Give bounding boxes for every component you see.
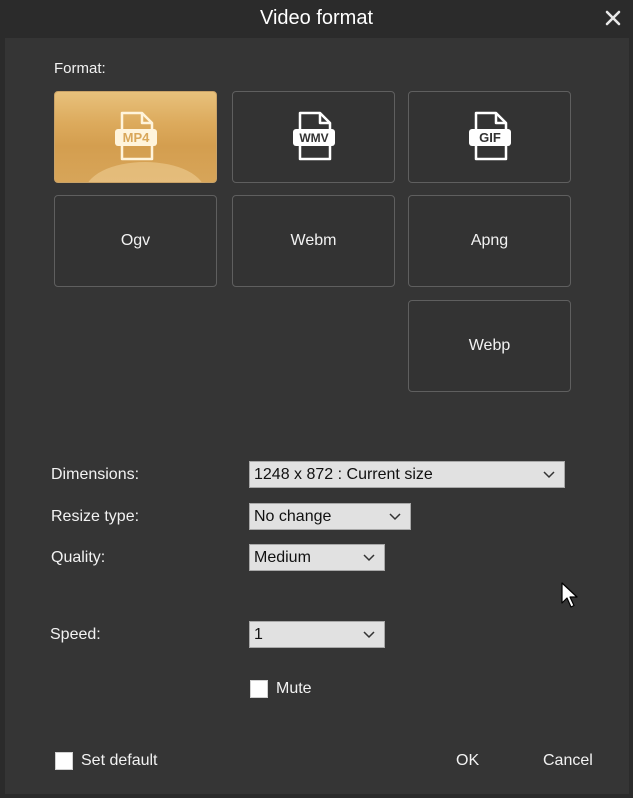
format-option-mp4[interactable]: MP4 — [54, 91, 217, 183]
cancel-button[interactable]: Cancel — [543, 752, 593, 770]
format-option-ogv[interactable]: Ogv — [54, 195, 217, 287]
mp4-file-icon: MP4 — [114, 111, 157, 161]
format-label: Format: — [54, 60, 106, 77]
dialog-title: Video format — [259, 7, 374, 29]
chevron-down-icon — [543, 471, 555, 479]
quality-label: Quality: — [51, 549, 106, 566]
mouse-pointer-icon — [561, 582, 578, 608]
title-bar: Video format — [0, 0, 633, 38]
gif-file-icon: GIF — [468, 111, 511, 161]
svg-text:WMV: WMV — [299, 131, 328, 145]
svg-text:GIF: GIF — [479, 130, 501, 145]
chevron-down-icon — [363, 631, 375, 639]
speed-value: 1 — [254, 626, 263, 643]
mute-label: Mute — [276, 680, 312, 697]
svg-text:MP4: MP4 — [122, 130, 150, 145]
mute-checkbox[interactable] — [250, 680, 268, 698]
quality-select[interactable]: Medium — [249, 544, 385, 571]
format-option-label: Ogv — [120, 232, 151, 249]
chevron-down-icon — [363, 554, 375, 562]
wmv-file-icon: WMV — [292, 111, 335, 161]
video-format-dialog: Video format Format: MP4 WMV GIF Ogv Web… — [0, 0, 633, 798]
format-option-label: Webm — [290, 232, 337, 249]
format-option-gif[interactable]: GIF — [408, 91, 571, 183]
format-option-webm[interactable]: Webm — [232, 195, 395, 287]
ok-button[interactable]: OK — [456, 752, 479, 770]
set-default-label: Set default — [81, 752, 158, 769]
resize-type-value: No change — [254, 508, 332, 525]
chevron-down-icon — [389, 513, 401, 521]
speed-label: Speed: — [50, 626, 101, 643]
resize-type-select[interactable]: No change — [249, 503, 411, 530]
format-option-apng[interactable]: Apng — [408, 195, 571, 287]
dimensions-select[interactable]: 1248 x 872 : Current size — [249, 461, 565, 488]
format-option-label: Webp — [468, 337, 511, 354]
dimensions-label: Dimensions: — [51, 466, 140, 483]
quality-value: Medium — [254, 549, 311, 566]
format-option-wmv[interactable]: WMV — [232, 91, 395, 183]
speed-select[interactable]: 1 — [249, 621, 385, 648]
format-option-label: Apng — [470, 232, 509, 249]
close-icon[interactable] — [603, 8, 623, 28]
format-option-webp[interactable]: Webp — [408, 300, 571, 392]
set-default-checkbox[interactable] — [55, 752, 73, 770]
resize-type-label: Resize type: — [51, 508, 140, 525]
dimensions-value: 1248 x 872 : Current size — [254, 466, 433, 483]
